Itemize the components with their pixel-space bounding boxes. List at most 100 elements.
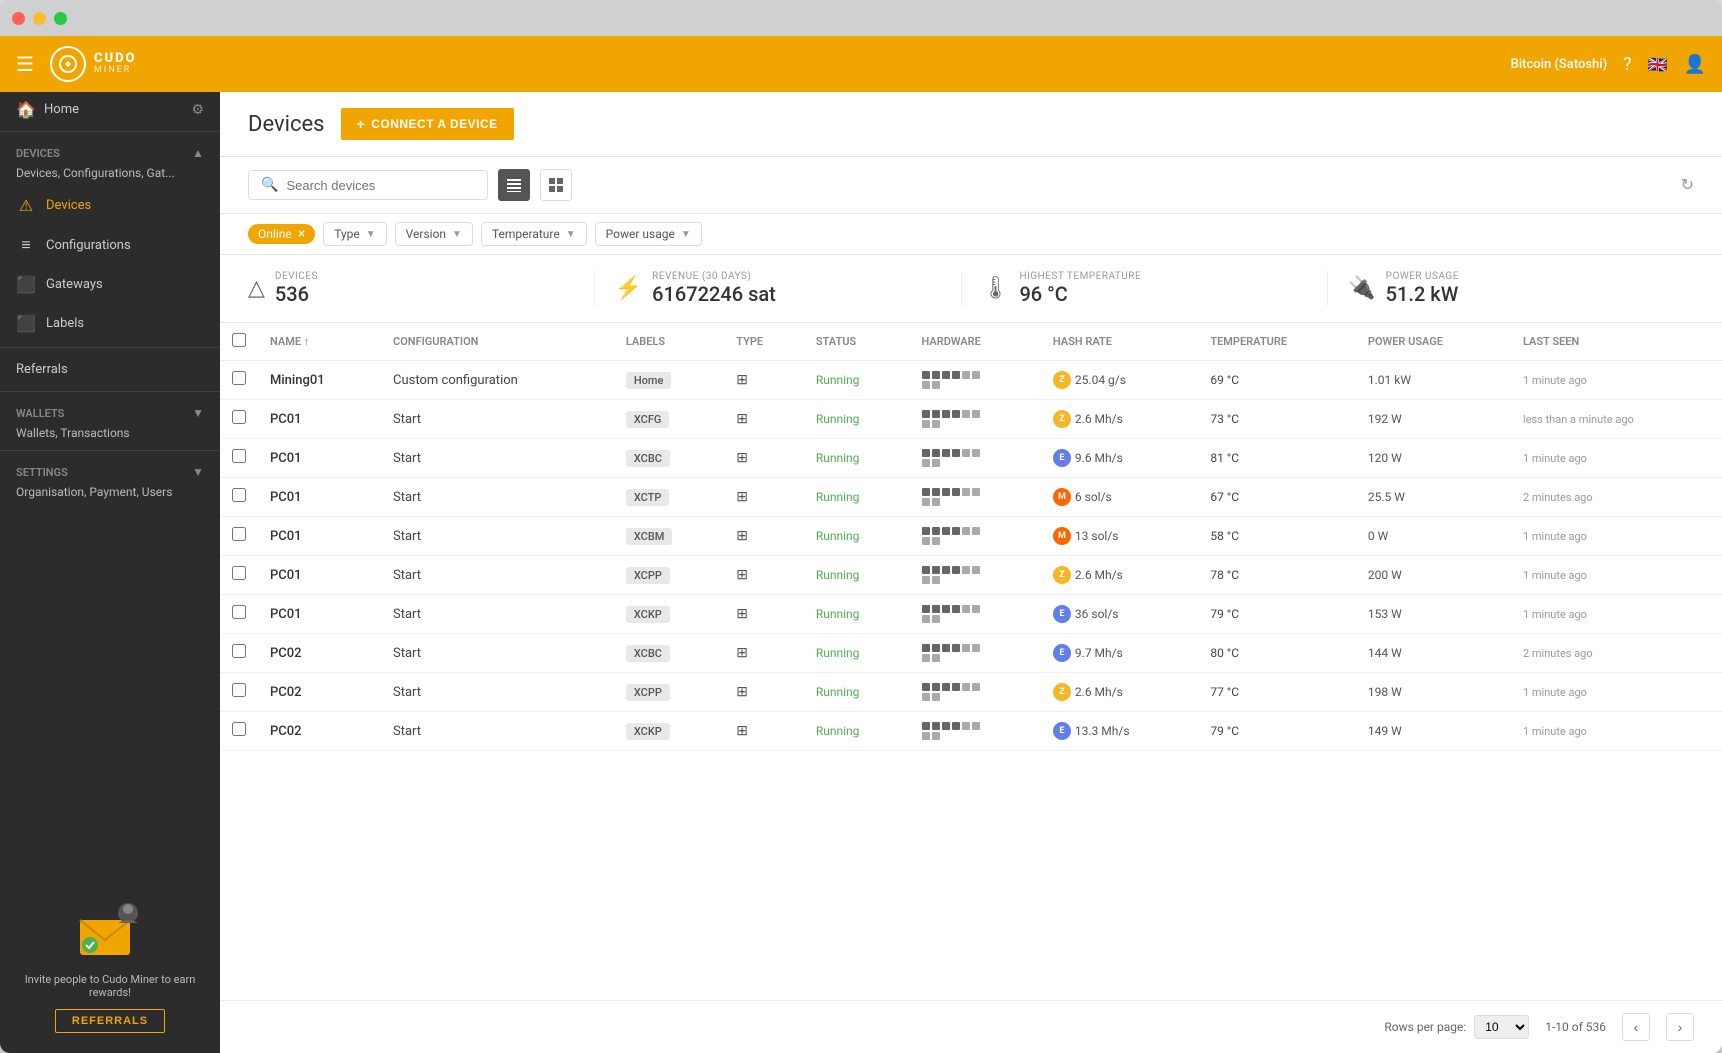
col-power[interactable]: Power usage bbox=[1356, 323, 1511, 361]
help-icon[interactable]: ? bbox=[1623, 54, 1632, 75]
hw-block bbox=[922, 527, 930, 535]
device-status: Running bbox=[804, 517, 910, 556]
col-type[interactable]: Type bbox=[724, 323, 804, 361]
next-page-button[interactable]: › bbox=[1666, 1013, 1694, 1041]
sidebar-group-settings[interactable]: Settings ▼ bbox=[0, 455, 220, 483]
col-name[interactable]: Name ↑ bbox=[258, 323, 381, 361]
col-config[interactable]: Configuration bbox=[381, 323, 614, 361]
hw-block bbox=[922, 615, 930, 623]
devices-stat-icon: △ bbox=[248, 276, 265, 301]
sidebar-devices-label: Devices bbox=[46, 198, 91, 213]
device-status: Running bbox=[804, 400, 910, 439]
row-checkbox-1[interactable] bbox=[232, 410, 246, 424]
hw-block bbox=[922, 693, 930, 701]
sidebar-group-devices[interactable]: Devices ▲ bbox=[0, 136, 220, 164]
search-input[interactable] bbox=[286, 178, 475, 193]
main-layout: 🏠 Home ⚙ Devices ▲ Devices, Configuratio… bbox=[0, 92, 1722, 1053]
version-filter-dropdown[interactable]: Version ▼ bbox=[395, 222, 473, 246]
hw-block bbox=[932, 576, 940, 584]
rows-per-page-select[interactable]: 10 25 50 100 bbox=[1474, 1015, 1529, 1039]
hw-block bbox=[972, 605, 980, 613]
sidebar-item-gateways[interactable]: ⬛ Gateways bbox=[0, 265, 220, 304]
device-label: Home bbox=[614, 361, 724, 400]
device-hashrate: E13.3 Mh/s bbox=[1041, 712, 1198, 751]
col-temperature[interactable]: Temperature bbox=[1198, 323, 1356, 361]
sidebar-item-referrals[interactable]: Referrals bbox=[0, 352, 220, 387]
close-btn[interactable] bbox=[12, 12, 25, 25]
hw-block bbox=[952, 527, 960, 535]
temp-stat-label: HIGHEST TEMPERATURE bbox=[1019, 271, 1141, 282]
settings-gear-icon[interactable]: ⚙ bbox=[191, 102, 204, 118]
sidebar-item-labels[interactable]: ⬛ Labels bbox=[0, 304, 220, 343]
device-status: Running bbox=[804, 361, 910, 400]
sidebar-item-devices[interactable]: ⚠ Devices bbox=[0, 186, 220, 225]
list-view-button[interactable] bbox=[498, 169, 530, 201]
remove-online-filter-button[interactable]: × bbox=[298, 227, 305, 241]
device-power: 144 W bbox=[1356, 634, 1511, 673]
sidebar: 🏠 Home ⚙ Devices ▲ Devices, Configuratio… bbox=[0, 92, 220, 1053]
select-all-checkbox[interactable] bbox=[232, 333, 246, 347]
grid-view-button[interactable] bbox=[540, 169, 572, 201]
stat-temp: 🌡 HIGHEST TEMPERATURE 96 °C bbox=[961, 271, 1328, 306]
maximize-btn[interactable] bbox=[54, 12, 67, 25]
row-checkbox-6[interactable] bbox=[232, 605, 246, 619]
col-hashrate[interactable]: Hash rate bbox=[1041, 323, 1198, 361]
hw-block bbox=[932, 537, 940, 545]
device-power: 1.01 kW bbox=[1356, 361, 1511, 400]
row-checkbox-4[interactable] bbox=[232, 527, 246, 541]
col-lastseen[interactable]: Last seen bbox=[1511, 323, 1722, 361]
row-checkbox-7[interactable] bbox=[232, 644, 246, 658]
device-hashrate: M13 sol/s bbox=[1041, 517, 1198, 556]
hw-block bbox=[952, 683, 960, 691]
type-filter-dropdown[interactable]: Type ▼ bbox=[323, 222, 386, 246]
sidebar-item-configurations[interactable]: ≡ Configurations bbox=[0, 225, 220, 265]
device-name: PC01 bbox=[258, 556, 381, 595]
type-filter-label: Type bbox=[334, 227, 360, 241]
row-checkbox-8[interactable] bbox=[232, 683, 246, 697]
row-checkbox-2[interactable] bbox=[232, 449, 246, 463]
sidebar-item-home[interactable]: 🏠 Home ⚙ bbox=[0, 92, 220, 127]
hw-block bbox=[922, 488, 930, 496]
device-last-seen: 1 minute ago bbox=[1511, 517, 1722, 556]
device-type: ⊞ bbox=[724, 361, 804, 400]
col-status[interactable]: Status bbox=[804, 323, 910, 361]
referrals-button[interactable]: REFERRALS bbox=[55, 1009, 165, 1033]
prev-page-button[interactable]: ‹ bbox=[1622, 1013, 1650, 1041]
col-labels[interactable]: Labels bbox=[614, 323, 724, 361]
device-label: XCKP bbox=[614, 712, 724, 751]
connect-device-button[interactable]: + CONNECT A DEVICE bbox=[341, 108, 514, 140]
row-checkbox-9[interactable] bbox=[232, 722, 246, 736]
account-icon[interactable]: 👤 bbox=[1684, 54, 1706, 75]
sidebar-group-wallets[interactable]: Wallets ▼ bbox=[0, 396, 220, 424]
device-status: Running bbox=[804, 712, 910, 751]
power-usage-filter-dropdown[interactable]: Power usage ▼ bbox=[595, 222, 702, 246]
temperature-filter-dropdown[interactable]: Temperature ▼ bbox=[481, 222, 587, 246]
col-hardware[interactable]: Hardware bbox=[910, 323, 1041, 361]
device-temperature: 79 °C bbox=[1198, 712, 1356, 751]
device-name: PC02 bbox=[258, 712, 381, 751]
sidebar-divider-2 bbox=[0, 347, 220, 348]
hw-block bbox=[942, 449, 950, 457]
devices-table-container: Name ↑ Configuration Labels Type Status … bbox=[220, 323, 1722, 1000]
sidebar-settings-sub: Organisation, Payment, Users bbox=[0, 483, 220, 505]
coin-icon: E bbox=[1053, 605, 1071, 623]
language-flag-icon[interactable]: 🇬🇧 bbox=[1648, 55, 1668, 74]
row-checkbox-3[interactable] bbox=[232, 488, 246, 502]
title-bar bbox=[0, 0, 1722, 36]
refresh-button[interactable]: ↻ bbox=[1681, 175, 1694, 195]
device-name: PC01 bbox=[258, 517, 381, 556]
temperature-filter-label: Temperature bbox=[492, 227, 560, 241]
minimize-btn[interactable] bbox=[33, 12, 46, 25]
device-label: XCBM bbox=[614, 517, 724, 556]
gateways-icon: ⬛ bbox=[16, 275, 36, 294]
hamburger-icon[interactable]: ☰ bbox=[16, 52, 34, 76]
device-temperature: 73 °C bbox=[1198, 400, 1356, 439]
hw-block bbox=[972, 683, 980, 691]
revenue-stat-label: REVENUE (30 DAYS) bbox=[652, 271, 776, 282]
device-hardware bbox=[910, 400, 1041, 439]
hw-block bbox=[932, 488, 940, 496]
row-checkbox-5[interactable] bbox=[232, 566, 246, 580]
device-config: Start bbox=[381, 439, 614, 478]
row-checkbox-0[interactable] bbox=[232, 371, 246, 385]
hw-block bbox=[922, 722, 930, 730]
